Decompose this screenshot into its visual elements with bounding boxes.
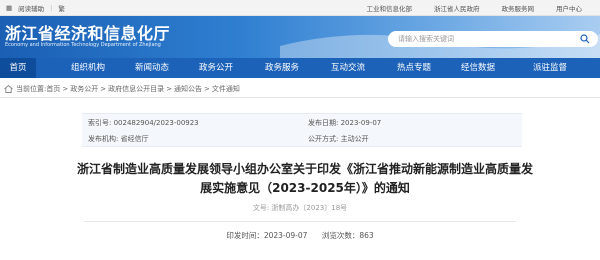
divider: | [50,4,53,12]
gov-service-link[interactable]: 政务服务网 [502,3,535,13]
divider [0,97,600,98]
document-number: 文号: 浙制高办〔2023〕18号 [252,204,348,212]
search-icon[interactable] [580,34,590,44]
main-nav: 首页 组织机构 新闻动态 政务公开 政务服务 互动交流 热点专题 经信数据 派驻… [0,58,600,78]
view-count: 浏览次数：863 [321,231,374,240]
breadcrumb-prefix: 当前位置: [16,85,47,93]
breadcrumb-separator: > [62,85,69,93]
publisher: 发布机构: 省经信厅 [88,135,149,143]
breadcrumb-separator: > [203,85,210,93]
article-title-line-2: 展实施意见（2023-2025年）》的通知 [200,181,410,195]
breadcrumb-catalog[interactable]: 政府信息公开目录 [108,84,164,94]
article-title-line-1: 浙江省制造业高质量发展领导小组办公室关于印发《浙江省推动新能源制造业高质量发 [76,162,533,176]
site-logo-title[interactable]: 浙江省经济和信息化厅 [5,20,170,44]
index-number: 索引号: 002482904/2023-00923 [88,119,199,127]
breadcrumb-notices[interactable]: 通知公告 [174,84,202,94]
site-logo-subtitle: Economy and Information Technology Depar… [5,42,161,48]
nav-supervision[interactable]: 派驻监督 [518,58,582,78]
breadcrumb-file-notices[interactable]: 文件通知 [212,84,240,94]
home-icon [4,85,13,93]
nav-organization[interactable]: 组织机构 [58,58,118,78]
zj-gov-link[interactable]: 浙江省人民政府 [434,3,480,13]
breadcrumb-home[interactable]: 首页 [46,84,60,94]
nav-interaction[interactable]: 互动交流 [318,58,378,78]
search-box[interactable]: 请输入搜索关键词 [388,31,598,47]
document-metadata: 索引号: 002482904/2023-00923 发布日期: 2023-09-… [82,113,522,147]
nav-data[interactable]: 经信数据 [448,58,508,78]
breadcrumb-separator: > [166,85,172,93]
nav-news[interactable]: 新闻动态 [122,58,182,78]
miit-link[interactable]: 工业和信息化部 [367,3,413,13]
article-title: 浙江省制造业高质量发展领导小组办公室关于印发《浙江省推动新能源制造业高质量发 展… [50,160,560,198]
breadcrumb: 当前位置: 首页 > 政务公开 > 政府信息公开目录 > 通知公告 > 文件通知 [4,84,240,94]
nav-hot-topics[interactable]: 热点专题 [384,58,444,78]
article-info: 印发时间：2023-09-07 浏览次数：863 [0,230,600,241]
open-form: 公开方式: 主动公开 [308,135,369,143]
print-date: 印发时间：2023-09-07 [226,231,308,240]
traditional-chinese-link[interactable]: 繁 [58,3,65,13]
site-banner: 浙江省经济和信息化厅 Economy and Information Techn… [0,16,600,58]
nav-home[interactable]: 首页 [0,58,36,78]
breadcrumb-separator: > [100,85,107,93]
search-input[interactable]: 请输入搜索关键词 [398,34,454,44]
accessibility-link[interactable]: 阅读辅助 [18,3,44,13]
top-utility-bar: ▦ 阅读辅助 | 繁 工业和信息化部 浙江省人民政府 政务服务网 用户中心 [0,0,600,16]
nav-gov-service[interactable]: 政务服务 [252,58,312,78]
nav-gov-open[interactable]: 政务公开 [186,58,246,78]
divider [84,221,516,222]
user-center-link[interactable]: 用户中心 [556,3,582,13]
publish-date: 发布日期: 2023-09-07 [308,119,382,127]
accessibility-icon[interactable]: ▦ [6,4,12,12]
breadcrumb-gov-open[interactable]: 政务公开 [70,84,98,94]
